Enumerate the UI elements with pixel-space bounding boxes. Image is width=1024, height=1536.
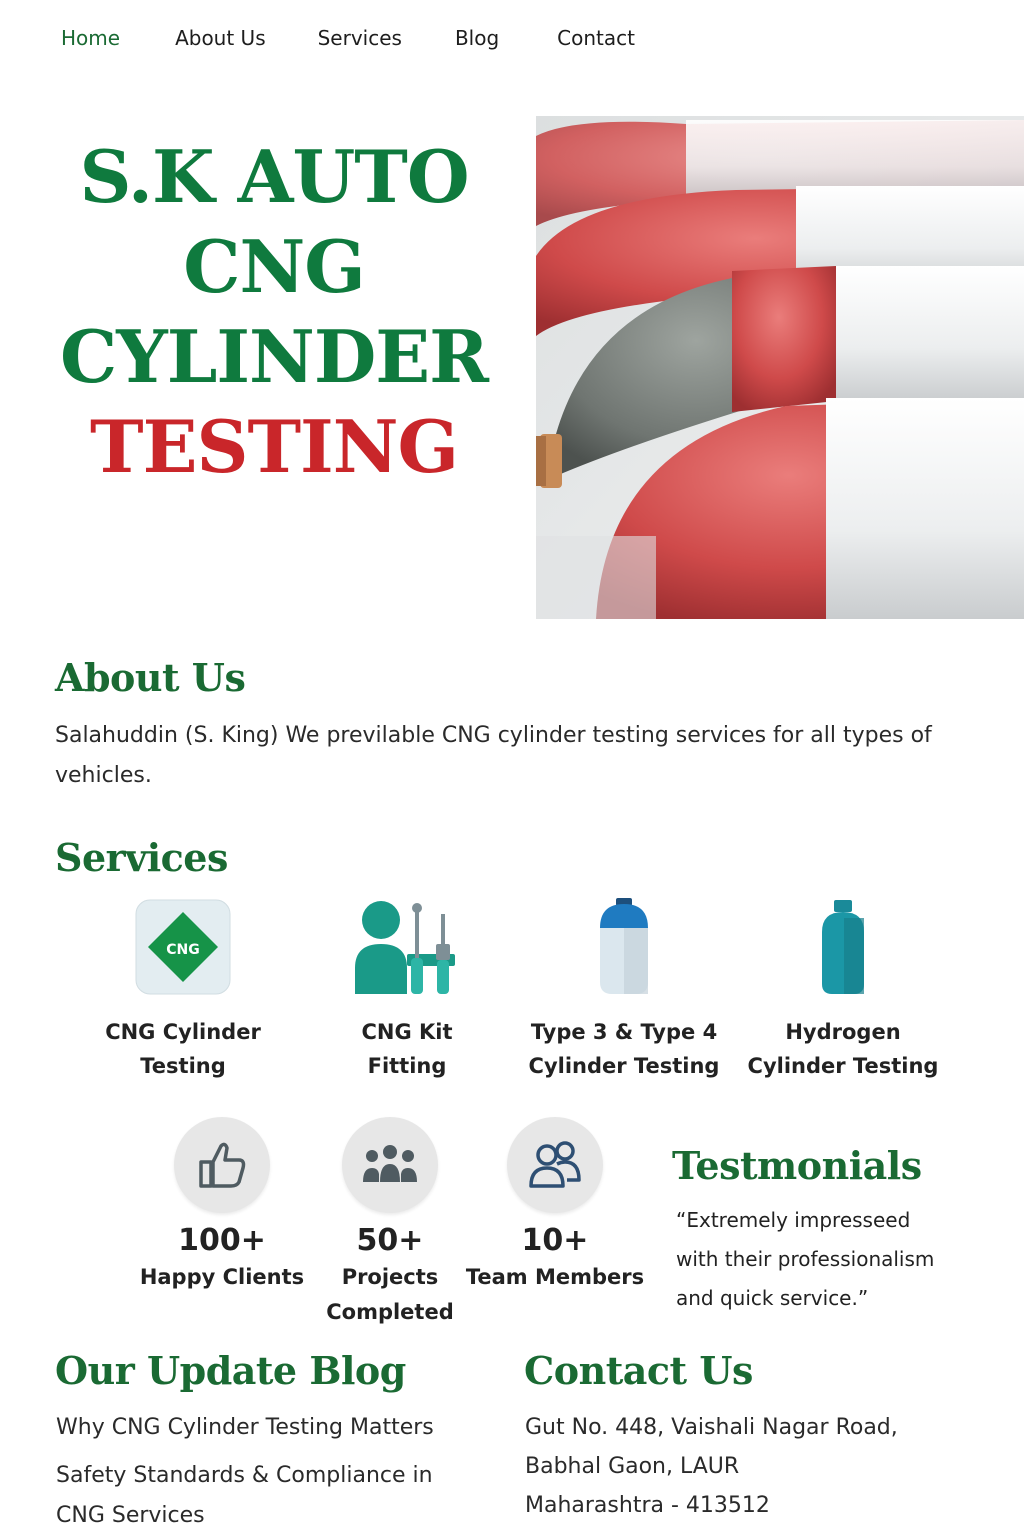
stat-caption-line-2: Completed [326,1300,454,1324]
address-line-3: Maharashtra - 413512 [525,1493,770,1518]
group-icon [363,1145,417,1182]
contact-heading: Contact Us [524,1348,753,1393]
about-text: Salahuddin (S. King) We previlable CNG c… [55,723,932,788]
blog-post-title-line-1: Safety Standards & Compliance in [56,1463,433,1488]
contact-address: Gut No. 448, Vaishali Nagar Road, Babhal… [525,1408,898,1525]
stat-caption: Projects Completed [305,1260,475,1330]
service-label-line-1: Type 3 & Type 4 [530,1020,718,1044]
stat-circle [507,1117,603,1213]
blog-post-link[interactable]: Why CNG Cylinder Testing Matters [56,1408,434,1448]
type34-cylinder-icon [600,898,648,994]
quote-line-2: with their professionalism [676,1247,935,1271]
address-line-2: Babhal Gaon, LAUR [525,1454,740,1479]
hero-title-line-4: TESTING [89,404,459,489]
nav-home[interactable]: Home [61,26,120,50]
nav-blog[interactable]: Blog [455,26,499,50]
service-cng-cylinder-testing[interactable]: CNG CNG Cylinder Testing [83,897,283,1083]
service-type3-type4-testing[interactable]: Type 3 & Type 4 Cylinder Testing [524,897,724,1083]
thumbs-up-icon [199,1142,246,1188]
cng-badge-text: CNG [166,942,199,958]
cng-diamond-icon: CNG [135,899,231,995]
main-nav: Home About Us Services Blog Contact [61,26,635,50]
technician-tools-icon [355,901,455,994]
address-line-1: Gut No. 448, Vaishali Nagar Road, [525,1415,898,1440]
cng-cylinders-photo-icon [536,116,1024,619]
stat-number: 50+ [356,1223,424,1258]
service-label-line-2: Cylinder Testing [528,1054,720,1078]
stat-caption: Team Members [465,1265,645,1289]
service-label-line-1: CNG Cylinder [105,1020,261,1044]
blog-heading: Our Update Blog [55,1348,406,1393]
team-icon [529,1141,581,1188]
stat-projects-completed: 50+ Projects Completed [305,1117,475,1330]
service-label: Hydrogen Cylinder Testing [743,1015,943,1083]
service-label-line-2: Fitting [367,1054,447,1078]
quote-line-3: and quick service.” [676,1286,869,1310]
stat-circle [174,1117,270,1213]
stat-circle [342,1117,438,1213]
hero-title-line-2: CNG [183,224,366,309]
services-heading: Services [55,835,228,880]
stat-caption: Happy Clients [139,1265,305,1289]
service-label-line-2: Cylinder Testing [747,1054,939,1078]
stat-happy-clients: 100+ Happy Clients [137,1117,307,1295]
service-label: Type 3 & Type 4 Cylinder Testing [524,1015,724,1083]
stat-caption-line-1: Projects [341,1265,439,1289]
testimonial-quote: “Extremely impresseed with their profess… [676,1201,966,1318]
hero-title-line-1: S.K AUTO [79,134,469,219]
stat-number: 100+ [178,1223,266,1258]
nav-services[interactable]: Services [318,26,402,50]
stat-number: 10+ [521,1223,589,1258]
service-label-line-1: Hydrogen [785,1020,901,1044]
nav-contact[interactable]: Contact [557,26,635,50]
hydrogen-cylinder-icon [822,900,864,994]
blog-post-title-line-2: CNG Services [56,1503,205,1528]
hero-title-line-3: CYLINDER [60,314,489,399]
testimonials-heading: Testmonials [672,1143,922,1188]
about-heading: About Us [55,655,246,700]
service-label: CNG Cylinder Testing [83,1015,283,1083]
quote-line-1: “Extremely impresseed [676,1208,911,1232]
service-label: CNG Kit Fitting [307,1015,507,1083]
service-hydrogen-testing[interactable]: Hydrogen Cylinder Testing [743,897,943,1083]
service-label-line-2: Testing [140,1054,226,1078]
hero-image [536,116,1024,619]
blog-post-link[interactable]: Safety Standards & Compliance in CNG Ser… [56,1456,433,1536]
stat-team-members: 10+ Team Members [465,1117,645,1295]
nav-about-us[interactable]: About Us [175,26,266,50]
service-cng-kit-fitting[interactable]: CNG Kit Fitting [307,897,507,1083]
hero-title: S.K AUTO CNG CYLINDER TESTING [40,132,508,492]
service-label-line-1: CNG Kit [361,1020,453,1044]
